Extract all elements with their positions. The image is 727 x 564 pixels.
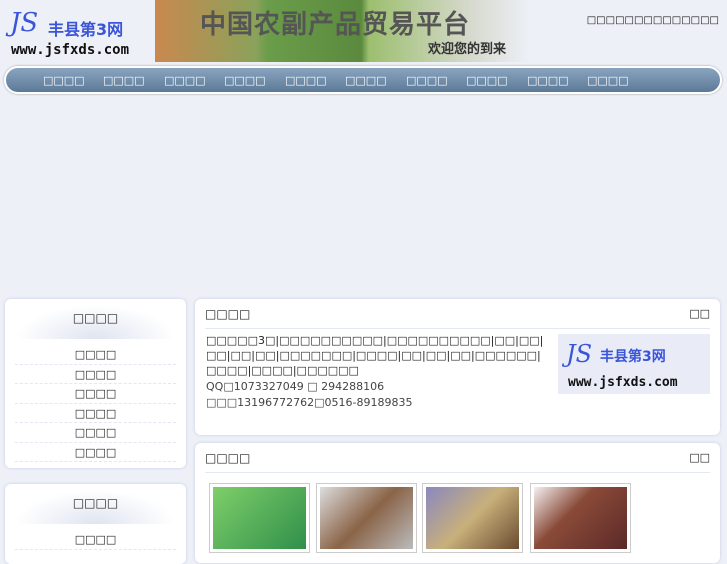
sidebar-panel-1: □□□□ □□□□ □□□□ □□□□ □□□□ □□□□ □□□□: [5, 299, 186, 468]
nav-item[interactable]: □□□□: [285, 74, 327, 87]
products-title: □□□□: [205, 451, 251, 465]
product-thumb[interactable]: [422, 483, 523, 553]
logo-url: www.jsfxds.com: [568, 375, 678, 390]
nav-item[interactable]: □□□□: [164, 74, 206, 87]
nav-item[interactable]: □□□□: [224, 74, 266, 87]
about-logo-image: JS 丰县第3网 www.jsfxds.com: [558, 334, 710, 394]
sidebar-item[interactable]: □□□□: [15, 423, 176, 443]
product-thumb[interactable]: [209, 483, 310, 553]
sidebar-title: □□□□: [15, 490, 176, 524]
contact-phone: □□□13196772762□0516-89189835: [206, 396, 413, 409]
logo-cn: 丰县第3网: [600, 349, 666, 365]
product-thumb[interactable]: [316, 483, 417, 553]
about-panel: □□□□ □□ □□□□□3□|□□□□□□□□□□|□□□□□□□□□□|□□|…: [195, 299, 720, 435]
logo-js: JS: [566, 340, 593, 368]
sidebar-panel-2: □□□□ □□□□: [5, 484, 186, 564]
product-thumb[interactable]: [530, 483, 631, 553]
sidebar-item[interactable]: □□□□: [15, 345, 176, 365]
sidebar-item[interactable]: □□□□: [15, 365, 176, 384]
logo-cn: 丰县第3网: [48, 20, 124, 39]
site-logo[interactable]: JS 丰县第3网 www.jsfxds.com: [8, 6, 146, 62]
nav-item[interactable]: □□□□: [466, 74, 508, 87]
banner-welcome: 欢迎您的到来: [428, 42, 507, 57]
contact-qq: QQ□1073327049 □ 294288106: [206, 380, 385, 393]
logo-url: www.jsfxds.com: [11, 42, 130, 58]
sidebar-item[interactable]: □□□□: [15, 443, 176, 462]
nav-item[interactable]: □□□□: [527, 74, 569, 87]
about-title: □□□□: [205, 307, 251, 321]
header-banner: 中国农副产品贸易平台 欢迎您的到来: [155, 0, 530, 62]
sidebar-title: □□□□: [15, 305, 176, 339]
about-more-link[interactable]: □□: [689, 299, 710, 329]
nav-item[interactable]: □□□□: [406, 74, 448, 87]
banner-title: 中国农副产品贸易平台: [200, 10, 471, 40]
sidebar-item[interactable]: □□□□: [15, 530, 176, 550]
about-text: □□□□□3□|□□□□□□□□□□|□□□□□□□□□□|□□|□□|□□|□…: [206, 334, 544, 377]
nav-item[interactable]: □□□□: [43, 74, 85, 87]
top-right-text: □□□□□□□□□□□□□□: [586, 15, 719, 26]
nav-item[interactable]: □□□□: [103, 74, 145, 87]
nav-item[interactable]: □□□□: [345, 74, 387, 87]
main-nav: □□□□ □□□□ □□□□ □□□□ □□□□ □□□□ □□□□ □□□□ …: [4, 66, 722, 94]
sidebar-item[interactable]: □□□□: [15, 384, 176, 404]
sidebar-item[interactable]: □□□□: [15, 404, 176, 423]
products-panel: □□□□ □□: [195, 443, 720, 563]
logo-js: JS: [10, 8, 39, 38]
products-more-link[interactable]: □□: [689, 443, 710, 473]
nav-item[interactable]: □□□□: [587, 74, 629, 87]
